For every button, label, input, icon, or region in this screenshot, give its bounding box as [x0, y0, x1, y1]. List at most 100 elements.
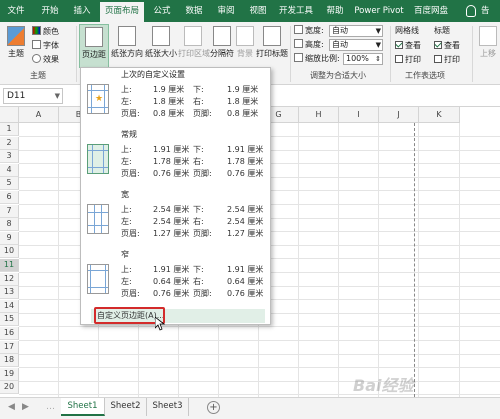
row-header[interactable]: 5 [0, 177, 19, 191]
margin-value: 1.91 厘米 [153, 145, 190, 154]
gridlines-view-checkbox[interactable]: 查看 [395, 40, 421, 52]
sheet-tab-sheet3[interactable]: Sheet3 [147, 398, 189, 416]
scale-input[interactable]: 100% ⇕ [343, 53, 383, 65]
width-select[interactable]: 自动 ▼ [329, 25, 383, 37]
row-header[interactable]: 11 [0, 259, 19, 272]
row-header[interactable]: 12 [0, 272, 19, 286]
themes-button[interactable]: 主题 [4, 24, 28, 68]
margins-label: 页边距 [82, 50, 106, 59]
gridlines-print-checkbox[interactable]: 打印 [395, 54, 421, 66]
headings-view-label: 查看 [444, 41, 460, 50]
print-titles-icon [263, 26, 281, 46]
row-header[interactable]: 2 [0, 136, 19, 150]
mouse-pointer-icon [155, 317, 165, 331]
lightbulb-icon[interactable] [466, 5, 476, 17]
margin-guide [90, 265, 91, 293]
more-sheets-icon[interactable]: … [46, 402, 55, 412]
tab-developer[interactable]: 开发工具 [276, 0, 316, 22]
orientation-button[interactable]: 纸张方向 [110, 24, 144, 68]
column-header[interactable]: J [379, 107, 419, 123]
margin-value: 2.54 厘米 [153, 217, 190, 226]
breaks-button[interactable]: 分隔符 [209, 24, 235, 68]
row-header[interactable]: 4 [0, 163, 19, 177]
tab-data[interactable]: 数据 [180, 0, 208, 22]
scroll-right-icon[interactable]: ▶ [22, 402, 29, 412]
height-select[interactable]: 自动 ▼ [329, 39, 383, 51]
row-header[interactable]: 3 [0, 150, 19, 164]
margin-label: 上: [121, 145, 132, 154]
scroll-left-icon[interactable]: ◀ [8, 402, 15, 412]
margin-label: 下: [193, 145, 204, 154]
margin-value: 1.9 厘米 [153, 85, 185, 94]
margins-button[interactable]: 页边距 [79, 24, 109, 68]
theme-effects-button[interactable]: 效果 [32, 54, 59, 66]
tab-baidu-netdisk[interactable]: 百度网盘 [409, 0, 453, 22]
row-header[interactable]: 14 [0, 299, 19, 313]
tab-review[interactable]: 审阅 [212, 0, 240, 22]
tab-formulas[interactable]: 公式 [148, 0, 176, 22]
margin-option[interactable]: 窄上: 1.91 厘米 下: 1.91 厘米 左: 0.64 厘米 右: 0.64 厘米 页眉:… [81, 248, 270, 308]
width-label-text: 宽度: [305, 26, 324, 35]
page-margins-icon: ★ [87, 84, 109, 114]
sheet-tab-sheet2[interactable]: Sheet2 [105, 398, 147, 416]
theme-fonts-button[interactable]: 字体 [32, 40, 59, 52]
background-icon [236, 26, 254, 46]
headings-print-label: 打印 [444, 55, 460, 64]
headings-view-checkbox[interactable]: 查看 [434, 40, 460, 52]
tab-power-pivot[interactable]: Power Pivot [353, 0, 405, 22]
tab-page-layout[interactable]: 页面布局 [100, 2, 144, 22]
theme-colors-button[interactable]: 颜色 [32, 26, 59, 38]
tab-file[interactable]: 文件 [0, 0, 32, 22]
watermark: Bai经验 [353, 376, 414, 395]
margin-label: 页脚: [193, 109, 212, 118]
margin-label: 页脚: [193, 169, 212, 178]
row-header[interactable]: 15 [0, 313, 19, 327]
scale-label: 缩放比例: [294, 53, 340, 65]
margin-value: 1.8 厘米 [227, 97, 259, 106]
sheet-options-group-label: 工作表选项 [405, 71, 445, 80]
print-titles-button[interactable]: 打印标题 [256, 24, 288, 68]
row-gridline [19, 394, 500, 396]
row-header[interactable]: 18 [0, 354, 19, 368]
row-header[interactable]: 1 [0, 123, 19, 136]
name-box[interactable]: D11 ▼ [3, 88, 63, 104]
background-button[interactable]: 背景 [236, 24, 254, 68]
margin-option[interactable]: 上次的自定义设置 ★ 上: 1.9 厘米 下: 1.9 厘米 左: 1.8 厘米 右: 1.8 厘… [81, 68, 270, 128]
row-header[interactable]: 7 [0, 204, 19, 218]
margin-label: 页眉: [121, 289, 140, 298]
tab-home[interactable]: 开始 [36, 0, 64, 22]
margin-option-title: 常规 [121, 130, 137, 139]
tab-help[interactable]: 帮助 [320, 0, 350, 22]
size-button[interactable]: 纸张大小 [145, 24, 177, 68]
margin-guide [88, 212, 108, 213]
print-area-button[interactable]: 打印区域 [178, 24, 210, 68]
row-header[interactable]: 10 [0, 245, 19, 259]
tab-insert[interactable]: 插入 [68, 0, 96, 22]
column-header[interactable]: H [299, 107, 339, 123]
chevron-down-icon: ▼ [375, 27, 381, 35]
sheet-tab-sheet1[interactable]: Sheet1 [61, 398, 105, 416]
select-all-corner[interactable] [0, 107, 19, 123]
row-header[interactable]: 19 [0, 367, 19, 381]
add-sheet-icon[interactable]: + [207, 401, 220, 414]
row-header[interactable]: 16 [0, 327, 19, 340]
row-header[interactable]: 6 [0, 191, 19, 204]
margin-label: 上: [121, 265, 132, 274]
column-header[interactable]: I [339, 107, 379, 123]
row-header[interactable]: 20 [0, 381, 19, 395]
margin-values-row: 上: 1.9 厘米 下: 1.9 厘米 [121, 84, 271, 95]
row-header[interactable]: 8 [0, 218, 19, 232]
column-header[interactable]: A [19, 107, 59, 123]
bring-forward-button[interactable]: 上移 [476, 24, 500, 68]
tab-view[interactable]: 视图 [244, 0, 272, 22]
tell-me-label[interactable]: 告 [481, 0, 490, 22]
row-header[interactable]: 17 [0, 340, 19, 354]
headings-print-checkbox[interactable]: 打印 [434, 54, 460, 66]
margin-option[interactable]: 宽上: 2.54 厘米 下: 2.54 厘米 左: 2.54 厘米 右: 2.54 厘米 页眉:… [81, 188, 270, 248]
margin-value: 1.91 厘米 [153, 265, 190, 274]
row-header[interactable]: 9 [0, 231, 19, 245]
column-header[interactable]: K [419, 107, 460, 123]
margin-option[interactable]: 常规 上: 1.91 厘米 下: 1.91 厘米 左: 1.78 厘米 右: 1.78 厘米 页眉… [81, 128, 270, 188]
row-header[interactable]: 13 [0, 286, 19, 300]
gridlines-print-label: 打印 [405, 55, 421, 64]
